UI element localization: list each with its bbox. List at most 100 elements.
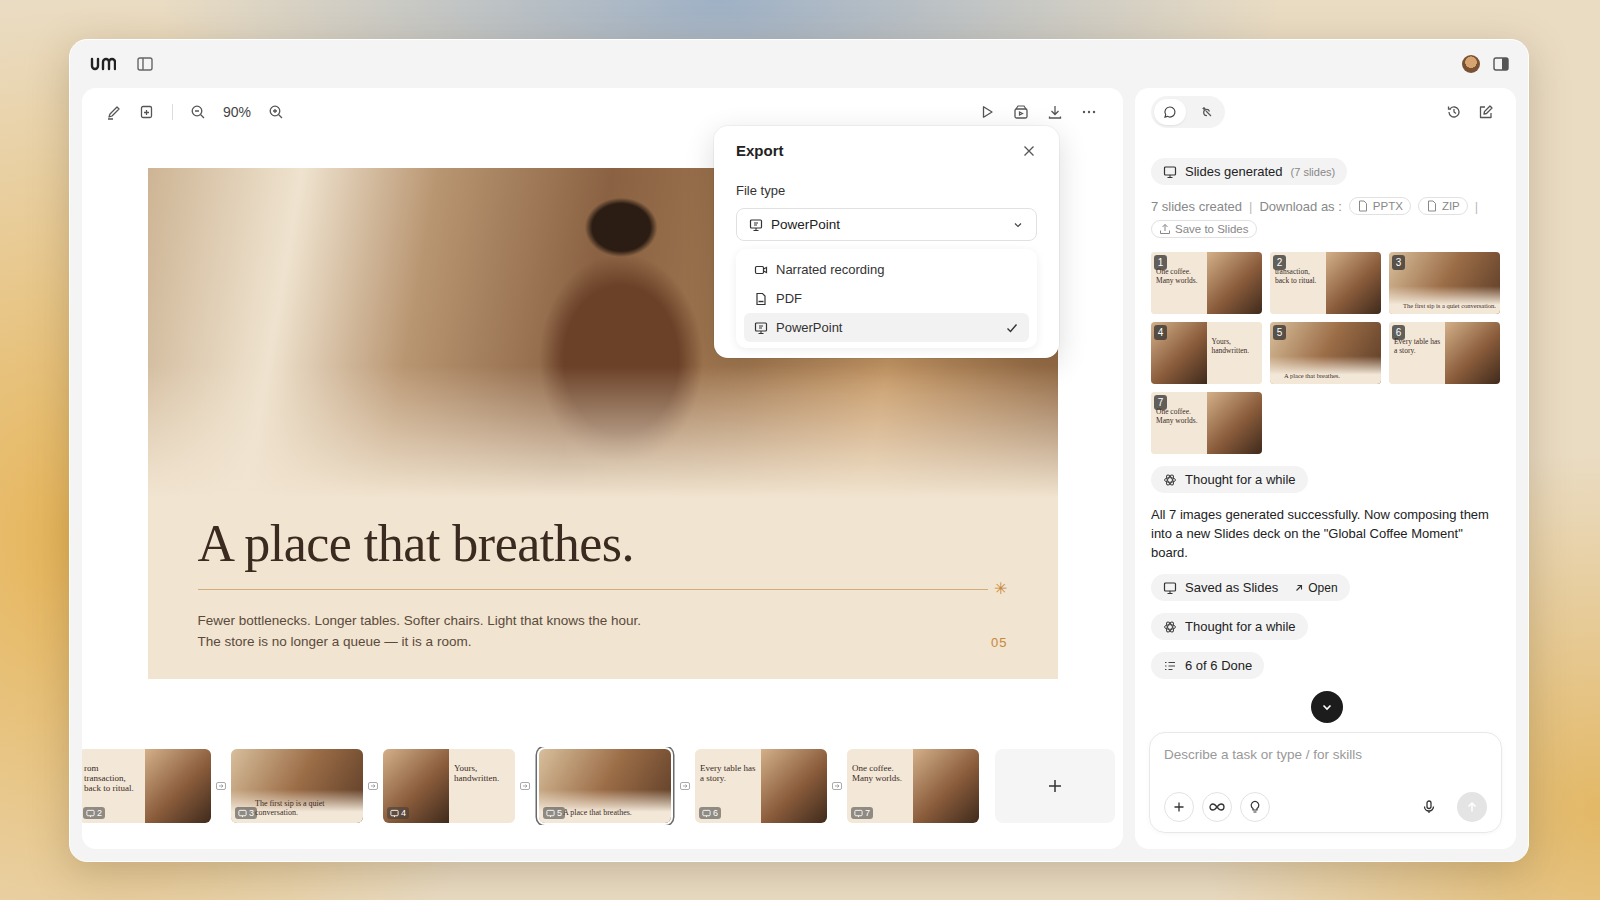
- filmstrip-thumbnail[interactable]: Every table has a story.6: [695, 749, 827, 823]
- panel-tab[interactable]: [1190, 99, 1222, 125]
- slide-number-badge: 6: [1392, 325, 1405, 340]
- file-type-option[interactable]: PDF: [744, 284, 1029, 313]
- send-button[interactable]: [1457, 792, 1487, 822]
- download-format-button[interactable]: ZIP: [1418, 197, 1468, 215]
- file-type-select[interactable]: PowerPoint: [736, 208, 1037, 241]
- app-logo-icon[interactable]: [90, 56, 116, 72]
- ideas-button[interactable]: [1240, 792, 1270, 822]
- thought-chip[interactable]: Thought for a while: [1151, 466, 1308, 493]
- slide-thumbnail[interactable]: Every table has a story.6: [1389, 322, 1500, 384]
- slide-icon: [546, 809, 555, 818]
- scroll-down-button[interactable]: [1311, 691, 1343, 723]
- file-icon: [1357, 200, 1369, 212]
- file-type-label: File type: [736, 183, 1037, 198]
- transition-icon[interactable]: [215, 780, 227, 792]
- slide-number-badge: 2: [1273, 255, 1286, 270]
- more-icon[interactable]: [1081, 104, 1097, 120]
- save-to-slides-button[interactable]: Save to Slides: [1151, 220, 1257, 238]
- slide-thumbnail[interactable]: transaction, back to ritual.2: [1270, 252, 1381, 314]
- file-type-option[interactable]: Narrated recording: [744, 255, 1029, 284]
- tasks-done-chip[interactable]: 6 of 6 Done: [1151, 652, 1264, 679]
- microphone-icon[interactable]: [1421, 799, 1437, 815]
- slide-icon: [86, 809, 95, 818]
- play-icon[interactable]: [979, 104, 995, 120]
- slide-thumbnail[interactable]: A place that breathes.5: [1270, 322, 1381, 384]
- slide-body-line[interactable]: The store is no longer a queue — it is a…: [198, 631, 642, 652]
- zoom-level[interactable]: 90%: [223, 104, 251, 120]
- assistant-panel: Slides generated(7 slides) 7 slides creat…: [1135, 88, 1516, 849]
- close-icon[interactable]: [1021, 143, 1037, 159]
- download-label: Download as :: [1259, 199, 1341, 214]
- add-slide-icon[interactable]: [139, 104, 155, 120]
- export-popover: Export File type PowerPoint Narrated record…: [714, 126, 1059, 358]
- slides-created-count: 7 slides created: [1151, 199, 1242, 214]
- pdf-file-icon: [754, 292, 768, 306]
- slide-number-badge: 2: [83, 807, 105, 819]
- slide-ornament: ✳: [994, 580, 1007, 598]
- slide-number-badge: 5: [1273, 325, 1286, 340]
- video-icon: [754, 263, 768, 277]
- toolbar-divider: [172, 104, 173, 120]
- filmstrip-thumbnail[interactable]: One coffee. Many worlds.7: [847, 749, 979, 823]
- thought-chip[interactable]: Thought for a while: [1151, 613, 1308, 640]
- message-composer[interactable]: Describe a task or type / for skills: [1149, 732, 1502, 833]
- download-format-button[interactable]: PPTX: [1349, 197, 1411, 215]
- slide-rule: ✳: [198, 580, 1008, 598]
- transition-icon[interactable]: [519, 780, 531, 792]
- slide-page-number: 05: [991, 635, 1007, 652]
- sidebar-toggle-icon[interactable]: [136, 55, 154, 73]
- user-avatar[interactable]: [1462, 55, 1480, 73]
- filmstrip-thumbnail[interactable]: Yours, handwritten.4: [383, 749, 515, 823]
- present-icon[interactable]: [1013, 104, 1029, 120]
- zoom-out-icon[interactable]: [190, 104, 206, 120]
- new-chat-icon[interactable]: [1478, 104, 1494, 120]
- slides-icon: [1163, 165, 1177, 179]
- loop-button[interactable]: [1202, 792, 1232, 822]
- arrow-up-right-icon: [1294, 583, 1304, 593]
- file-type-value: PowerPoint: [771, 217, 1004, 232]
- saved-slides-chip[interactable]: Saved as SlidesOpen: [1151, 574, 1350, 601]
- pen-icon[interactable]: [106, 104, 122, 120]
- thinking-icon: [1163, 620, 1177, 634]
- panel-tab[interactable]: [1154, 99, 1186, 125]
- filmstrip-thumbnail[interactable]: A place that breathes.5: [539, 749, 671, 823]
- filmstrip-thumbnail[interactable]: The first sip is a quiet conversation.3: [231, 749, 363, 823]
- arrow-up-icon: [1465, 800, 1479, 814]
- plus-icon: [1046, 777, 1064, 795]
- export-title: Export: [736, 142, 784, 159]
- slides-icon: [749, 218, 763, 232]
- slide-thumbnail[interactable]: Yours, handwritten.4: [1151, 322, 1262, 384]
- zoom-in-icon[interactable]: [268, 104, 284, 120]
- transition-icon[interactable]: [679, 780, 691, 792]
- filmstrip-thumbnail[interactable]: rom transaction, back to ritual.2: [82, 749, 211, 823]
- slide-number-badge: 4: [1154, 325, 1167, 340]
- message-input[interactable]: Describe a task or type / for skills: [1164, 747, 1487, 762]
- attach-button[interactable]: [1164, 792, 1194, 822]
- upload-icon: [1159, 223, 1171, 235]
- slide-thumbnail[interactable]: One coffee. Many worlds.7: [1151, 392, 1262, 454]
- slide-icon: [390, 809, 399, 818]
- transition-icon[interactable]: [831, 780, 843, 792]
- chat-icon: [1163, 105, 1177, 119]
- check-icon: [1005, 321, 1019, 335]
- slide-number-badge: 3: [1392, 255, 1405, 270]
- add-slide-button[interactable]: [995, 749, 1115, 823]
- slide-title[interactable]: A place that breathes.: [198, 514, 1008, 574]
- open-link[interactable]: Open: [1294, 581, 1337, 595]
- slide-thumbnail[interactable]: The first sip is a quiet conversation.3: [1389, 252, 1500, 314]
- thinking-icon: [1163, 473, 1177, 487]
- file-type-option[interactable]: PowerPoint: [744, 313, 1029, 342]
- history-icon[interactable]: [1446, 104, 1462, 120]
- slide-thumbnail[interactable]: One coffee. Many worlds.1: [1151, 252, 1262, 314]
- task-list-icon: [1163, 659, 1177, 673]
- slides-generated-chip[interactable]: Slides generated(7 slides): [1151, 158, 1347, 185]
- chevron-down-icon: [1320, 700, 1334, 714]
- assistant-header: [1135, 88, 1516, 136]
- slide-editor: 90% A place that breathes. ✳ Fewer bottlene…: [82, 88, 1123, 849]
- chevron-down-icon: [1012, 219, 1024, 231]
- file-icon: [1426, 200, 1438, 212]
- transition-icon[interactable]: [367, 780, 379, 792]
- download-icon[interactable]: [1047, 104, 1063, 120]
- slide-body-line[interactable]: Fewer bottlenecks. Longer tables. Softer…: [198, 610, 642, 631]
- panel-toggle-icon[interactable]: [1492, 55, 1510, 73]
